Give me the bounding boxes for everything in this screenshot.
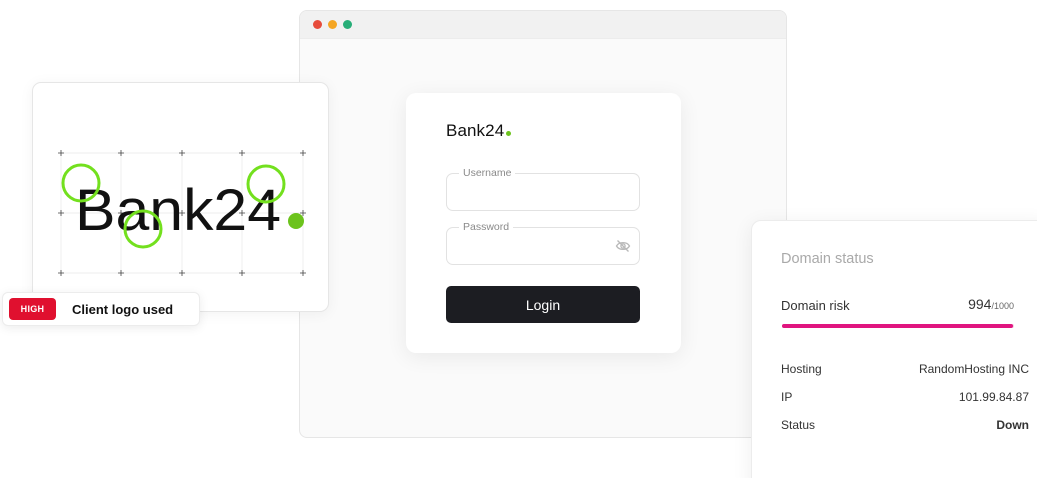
domain-risk-value: 994/1000 bbox=[968, 296, 1014, 312]
maximize-dot[interactable] bbox=[343, 20, 352, 29]
password-label: Password bbox=[459, 221, 514, 233]
minimize-dot[interactable] bbox=[328, 20, 337, 29]
info-value: 101.99.84.87 bbox=[958, 390, 1029, 404]
browser-titlebar bbox=[300, 11, 786, 39]
risk-bar-fill bbox=[782, 324, 1013, 328]
domain-status-card: Domain status Domain risk 994/1000 Hosti… bbox=[751, 220, 1037, 478]
detected-logo-text: Bank24 bbox=[75, 178, 281, 243]
domain-status-title: Domain status bbox=[781, 251, 874, 267]
eye-off-icon[interactable] bbox=[615, 239, 631, 253]
domain-risk-label: Domain risk bbox=[781, 298, 850, 313]
finding-item[interactable]: HIGH Client logo used bbox=[2, 292, 200, 326]
risk-bar-track bbox=[782, 324, 1014, 328]
password-field[interactable]: Password bbox=[446, 221, 640, 265]
logo-accent-dot bbox=[288, 213, 304, 229]
info-key: IP bbox=[781, 390, 793, 404]
logo-analysis-canvas: Bank24 bbox=[58, 150, 306, 276]
info-value: Down bbox=[996, 418, 1029, 432]
close-dot[interactable] bbox=[313, 20, 322, 29]
username-label: Username bbox=[459, 167, 516, 179]
brand-dot bbox=[506, 131, 512, 136]
logo-analysis-card: Bank24 bbox=[32, 82, 329, 312]
info-key: Hosting bbox=[781, 362, 822, 376]
login-button[interactable]: Login bbox=[446, 286, 640, 323]
finding-label: Client logo used bbox=[72, 301, 174, 317]
login-card: Bank24 Username Password Login bbox=[406, 93, 681, 353]
username-field[interactable]: Username bbox=[446, 167, 640, 211]
risk-score: 994 bbox=[968, 296, 992, 312]
risk-max: /1000 bbox=[991, 301, 1014, 311]
info-value: RandomHosting INC bbox=[918, 362, 1029, 376]
brand-name: Bank24 bbox=[446, 121, 505, 140]
brand-logo: Bank24 bbox=[446, 121, 512, 141]
info-key: Status bbox=[781, 418, 816, 432]
severity-badge: HIGH bbox=[9, 298, 56, 320]
